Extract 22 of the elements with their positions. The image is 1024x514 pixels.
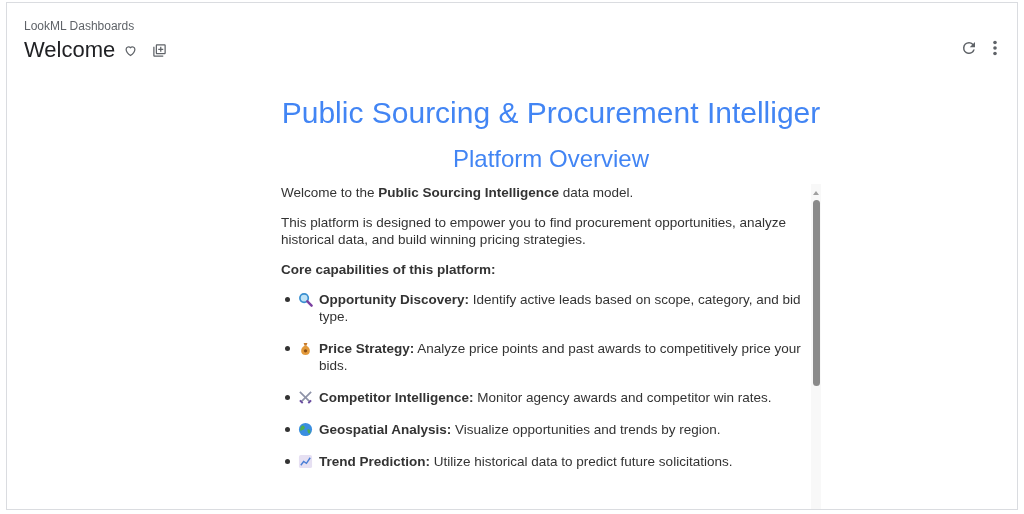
- paragraph: Welcome to the Public Sourcing Intelligence data model.: [281, 184, 635, 201]
- chart-increasing-icon: [298, 454, 313, 469]
- more-options-icon[interactable]: [992, 40, 998, 56]
- list-item-text: Competitor Intelligence: Monitor agency awards and competitor win rates.: [319, 389, 773, 406]
- globe-icon: [298, 422, 313, 437]
- list-item-text: Trend Prediction: Utilize historical data to predict future solicitations.: [319, 453, 734, 470]
- dashboard-title: Welcome: [24, 36, 116, 64]
- list-item-text: Price Strategy: Analyze price points and past awards to competitively price your bids.: [319, 340, 802, 374]
- section-heading: Platform Overview: [452, 144, 649, 174]
- breadcrumb[interactable]: LookML Dashboards: [24, 17, 168, 35]
- page-heading: Public Sourcing & Procurement Intelliger: [281, 95, 821, 131]
- magnifier-icon: [298, 292, 313, 307]
- refresh-icon[interactable]: [960, 39, 978, 57]
- scrollbar[interactable]: [811, 184, 821, 509]
- list-item-text: Opportunity Discovery: Identify active leads based on scope, category, and bid type.: [319, 291, 802, 325]
- add-to-board-icon[interactable]: [152, 42, 168, 58]
- list-heading: Core capabilities of this platform:: [281, 261, 497, 278]
- money-bag-icon: [298, 341, 313, 356]
- crossed-swords-icon: [298, 390, 313, 405]
- paragraph: This platform is designed to empower you to find procurement opportunities, analyze historical data, and build winning pricing strategies.: [281, 214, 788, 248]
- scrollbar-thumb[interactable]: [812, 200, 820, 386]
- list-item-text: Geospatial Analysis: Visualize opportunities and trends by region.: [319, 421, 722, 438]
